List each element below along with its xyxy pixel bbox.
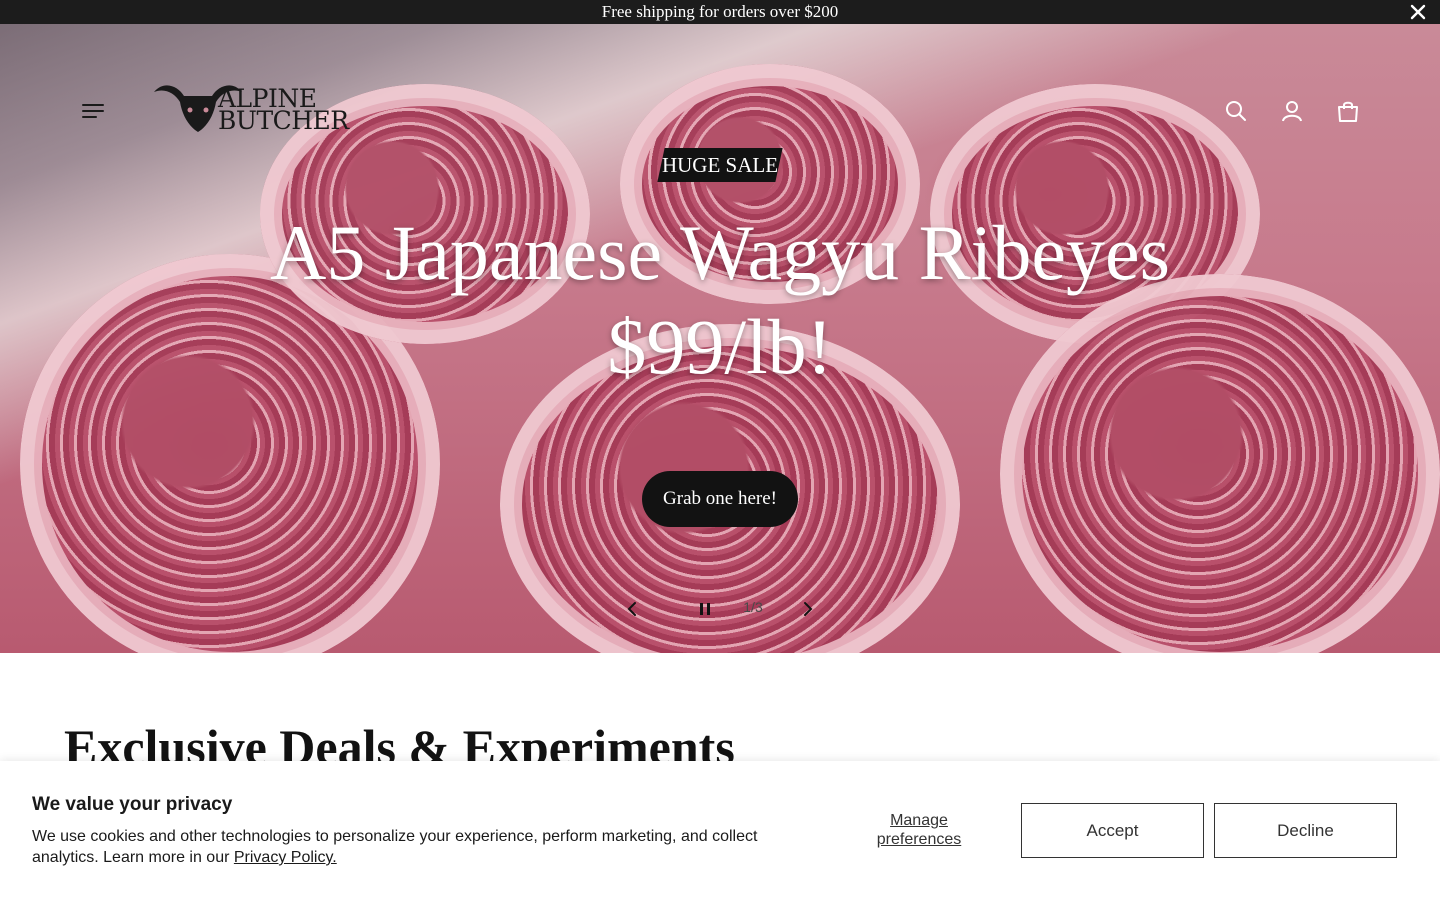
site-header: ALPINE BUTCHER xyxy=(0,24,1440,154)
logo-wordmark: ALPINE BUTCHER xyxy=(218,86,349,135)
menu-icon[interactable] xyxy=(82,102,104,120)
search-icon[interactable] xyxy=(1225,100,1247,122)
cookie-banner: We value your privacy We use cookies and… xyxy=(0,761,1440,900)
chevron-right-icon[interactable] xyxy=(800,598,816,620)
grab-one-button[interactable]: Grab one here! xyxy=(642,471,798,527)
hero-title: A5 Japanese Wagyu Ribeyes $99/lb! xyxy=(220,206,1220,394)
manage-preferences-link[interactable]: Manage preferences xyxy=(862,811,976,849)
privacy-policy-link[interactable]: Privacy Policy. xyxy=(234,849,337,866)
hero-banner: ALPINE BUTCHER HUGE SALE A5 Japanese Wag… xyxy=(0,24,1440,653)
hero-title-line-1: A5 Japanese Wagyu Ribeyes xyxy=(270,209,1170,296)
sale-badge: HUGE SALE xyxy=(661,153,779,177)
accept-button[interactable]: Accept xyxy=(1021,803,1204,858)
announcement-text: Free shipping for orders over $200 xyxy=(601,2,839,21)
account-icon[interactable] xyxy=(1281,100,1303,122)
cookie-body: We use cookies and other technologies to… xyxy=(32,826,772,868)
logo-line-2: BUTCHER xyxy=(218,106,349,135)
cookie-title: We value your privacy xyxy=(32,794,233,815)
decline-button[interactable]: Decline xyxy=(1214,803,1397,858)
slide-counter: 1/3 xyxy=(743,599,763,615)
logo[interactable]: ALPINE BUTCHER xyxy=(150,76,350,138)
hero-title-line-2: $99/lb! xyxy=(607,303,833,390)
pause-icon[interactable] xyxy=(697,598,713,620)
cart-icon[interactable] xyxy=(1337,100,1359,122)
close-icon[interactable] xyxy=(1408,2,1428,22)
chevron-left-icon[interactable] xyxy=(624,598,640,620)
announcement-bar: Free shipping for orders over $200 xyxy=(0,0,1440,24)
cookie-body-text: We use cookies and other technologies to… xyxy=(32,828,758,866)
